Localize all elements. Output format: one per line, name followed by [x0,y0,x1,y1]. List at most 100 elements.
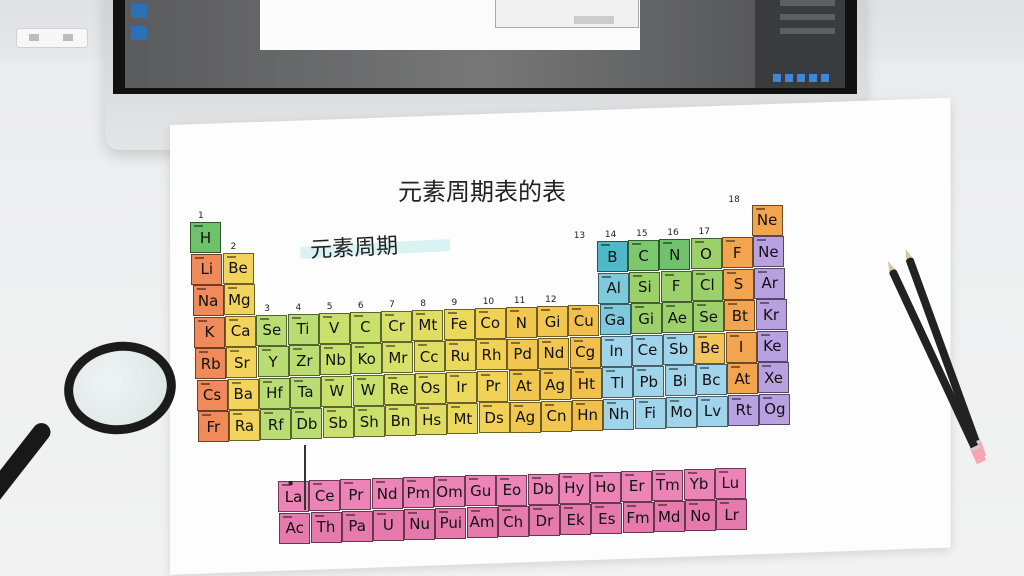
magnifying-glass-lens [58,334,182,442]
element-cell: Se [256,314,288,346]
element-cell: Cc [413,341,445,373]
element-cell: Om [434,476,465,508]
element-cell: Nb [320,344,351,376]
element-cell: S [723,268,754,300]
bracket-mark: ▪ [288,478,294,487]
element-cell: Sr [226,347,258,379]
element-cell: Hs [416,404,448,436]
element-cell: Th [310,511,342,543]
element-cell: O [690,238,722,270]
element-cell: Lr [716,499,748,531]
group-number-label: 13 [573,231,586,242]
element-cell: Nu [404,508,436,540]
element-cell: No [684,500,716,532]
element-cell: F [660,270,692,302]
wall-outlet [16,28,88,48]
element-cell: Zr [288,345,320,377]
group-number-label: 6 [357,300,364,311]
element-cell: Nh [603,398,635,430]
group-number-label: 7 [389,299,395,310]
element-cell: Ho [590,471,621,503]
element-cell: Na [192,285,224,316]
element-cell: Co [474,307,506,339]
group-number-label: 4 [295,302,302,313]
element-cell: Hf [258,377,290,409]
group-number-label: 10 [482,296,495,307]
element-cell: Ht [570,368,602,400]
group-number-label: 16 [667,228,679,239]
element-cell: Es [591,503,623,535]
element-cell: Ce [309,480,341,512]
element-cell: Md [653,501,685,533]
element-cell: Hy [558,472,590,504]
element-cell: N [505,307,537,338]
element-cell: Pb [633,366,665,398]
element-cell: Mt [412,309,444,341]
element-cell: Cg [569,336,601,368]
element-cell: C [628,240,660,272]
element-cell: Sh [353,406,385,438]
element-cell: Yb [683,468,715,500]
element-cell: Cs [196,379,228,411]
element-cell: I [725,331,757,363]
element-cell: Ke [756,330,788,362]
element-cell: Lu [714,467,746,499]
element-cell: Rb [195,348,227,379]
element-cell: Lv [697,395,728,427]
element-cell: Ch [497,506,529,537]
monitor-screen [125,0,845,88]
element-cell: Se [693,301,725,333]
element-cell: Rf [260,409,292,441]
element-cell: Ga [599,304,631,336]
desktop-icon [131,4,147,18]
element-cell: Cl [691,269,723,301]
element-cell: Fi [634,397,666,429]
element-cell: C [349,311,381,343]
element-cell: Mt [447,403,479,435]
element-cell: Ek [560,504,592,536]
monitor-bezel [113,0,857,94]
element-cell: Ta [290,376,322,408]
element-cell: Li [191,253,223,285]
element-cell: Hn [572,399,604,431]
group-number-label: 18 [728,194,740,205]
element-cell: Gi [537,306,569,338]
element-cell: Pm [402,477,434,509]
element-cell: Kr [755,299,787,331]
element-cell: Mg [223,284,255,316]
element-cell: Nd [371,478,403,510]
element-cell: Pr [477,370,509,402]
element-cell: Ae [661,302,693,334]
element-cell: Gu [465,475,497,507]
element-cell: W [321,375,353,407]
element-cell: Ne [751,204,783,236]
series-bracket [304,445,306,510]
element-cell: Ds [478,402,510,434]
element-cell: Db [291,408,323,440]
element-cell: Fe [443,308,475,340]
element-cell: Al [598,272,630,304]
element-cell: Sb [322,407,354,439]
group-number-label: 12 [545,295,557,306]
element-cell: Er [621,470,653,502]
element-cell: Og [759,393,791,425]
element-cell: Cn [541,400,572,432]
element-cell: Am [466,506,498,538]
element-cell: Ca [225,315,257,347]
element-cell: Bt [724,300,756,332]
element-cell: Pui [435,507,467,539]
element-cell: Bn [385,405,416,437]
element-cell: Si [629,271,661,303]
element-cell: Ar [754,267,786,299]
element-cell: Rh [476,339,507,371]
group-number-label: 5 [326,301,333,312]
element-cell: Be [222,252,254,284]
element-cell: Ra [229,410,260,442]
element-cell: Pa [341,510,373,542]
element-cell: Db [527,473,559,505]
element-cell: Ce [632,334,663,366]
element-cell: Ac [279,512,311,544]
element-cell: Tl [602,367,634,399]
element-cell: K [193,316,225,348]
element-cell: Cr [381,310,413,342]
